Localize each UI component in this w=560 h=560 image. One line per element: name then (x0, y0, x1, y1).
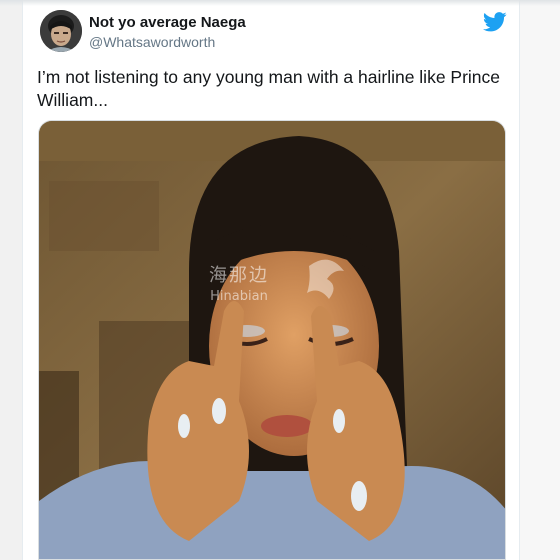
twitter-bird-icon[interactable] (483, 12, 507, 32)
page: Not yo average Naega @Whatsawordworth I’… (0, 0, 560, 560)
watermark-cn: 海那边 (209, 265, 269, 286)
watermark-en: Hinabian (210, 289, 268, 304)
avatar-image (40, 10, 82, 52)
tweet-card[interactable]: Not yo average Naega @Whatsawordworth I’… (22, 0, 520, 560)
user-handle[interactable]: @Whatsawordworth (89, 34, 215, 50)
top-shadow (0, 0, 560, 6)
watermark: 海那边 Hinabian (209, 261, 269, 304)
display-name[interactable]: Not yo average Naega (89, 14, 246, 31)
page-background-strip (520, 0, 560, 560)
avatar[interactable] (40, 10, 82, 52)
tweet-text: I’m not listening to any young man with … (37, 67, 501, 110)
media-photo (39, 121, 505, 559)
tweet-media-image[interactable]: 海那边 Hinabian (38, 120, 506, 560)
